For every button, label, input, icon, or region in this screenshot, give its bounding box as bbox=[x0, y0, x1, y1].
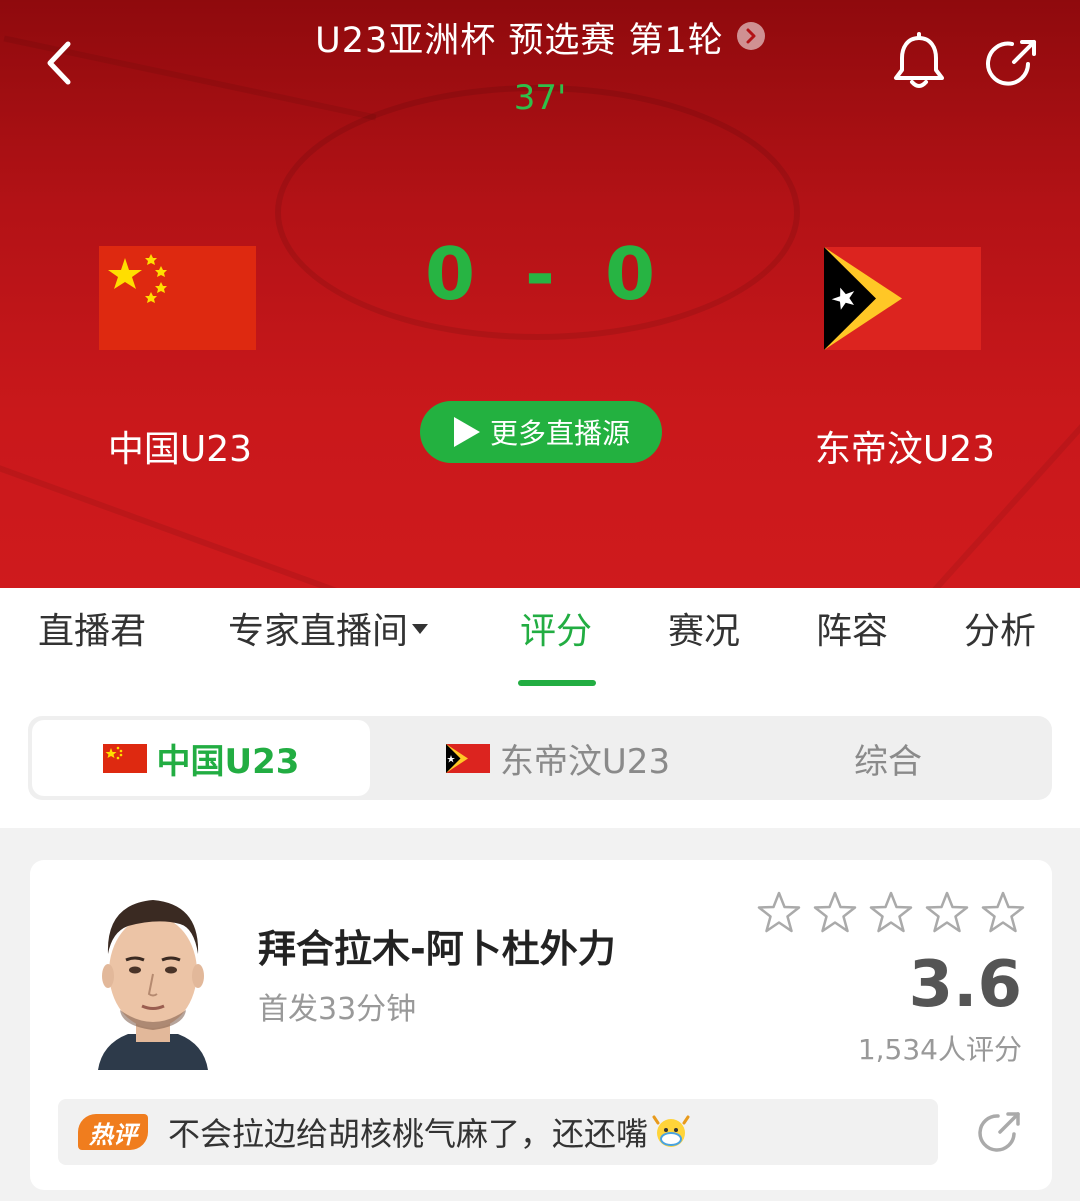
hot-comment[interactable]: 热评 不会拉边给胡核桃气麻了，还还嘴 bbox=[58, 1099, 938, 1165]
segment-home-label: 中国U23 bbox=[156, 741, 300, 782]
segment-overall[interactable]: 综合 bbox=[788, 720, 988, 796]
more-live-sources-button[interactable]: 更多直播源 bbox=[420, 401, 662, 463]
star-icon[interactable] bbox=[812, 890, 858, 936]
follow-button[interactable] bbox=[890, 32, 948, 92]
timor-leste-flag-icon bbox=[824, 247, 981, 350]
share-icon bbox=[986, 40, 1036, 86]
away-team-flag[interactable] bbox=[824, 247, 981, 350]
player-avatar[interactable] bbox=[88, 884, 218, 1070]
hot-comment-badge: 热评 bbox=[78, 1114, 148, 1150]
bell-icon bbox=[894, 32, 944, 88]
home-score: 0 bbox=[424, 232, 476, 316]
home-team-name[interactable]: 中国U23 bbox=[60, 420, 300, 472]
tab-expert-room-label: 专家直播间 bbox=[228, 611, 409, 652]
play-icon bbox=[453, 417, 480, 447]
chevron-right-icon bbox=[736, 21, 765, 50]
team-segmented-control: 中国U23 东帝汶U23 综合 bbox=[28, 716, 1052, 800]
team-switcher-area: 中国U23 东帝汶U23 综合 bbox=[0, 686, 1080, 828]
segment-away-label: 东帝汶U23 bbox=[499, 741, 671, 782]
rating-count: 1,534人评分 bbox=[857, 1033, 1022, 1066]
tab-expert-room[interactable]: 专家直播间 bbox=[228, 602, 429, 654]
match-title[interactable]: U23亚洲杯 预选赛 第1轮 bbox=[315, 21, 724, 61]
caret-down-icon bbox=[412, 624, 429, 634]
tab-live-host[interactable]: 直播君 bbox=[38, 602, 146, 654]
star-icon[interactable] bbox=[756, 890, 802, 936]
rating-stars[interactable] bbox=[756, 890, 1026, 936]
share-button[interactable] bbox=[984, 34, 1042, 92]
score-separator: - bbox=[525, 232, 555, 316]
player-name: 拜合拉木-阿卜杜外力 bbox=[258, 927, 616, 971]
star-icon[interactable] bbox=[868, 890, 914, 936]
share-icon bbox=[978, 1112, 1020, 1152]
match-header: U23亚洲杯 预选赛 第1轮 37' 0 - 0 中国U23 东帝汶U23 更多… bbox=[0, 0, 1080, 588]
player-rating-card[interactable]: 拜合拉木-阿卜杜外力 首发33分钟 3.6 1,534人评分 热评 不会拉边给胡… bbox=[30, 860, 1052, 1190]
emoji-icon bbox=[652, 1113, 690, 1151]
tab-ratings[interactable]: 评分 bbox=[520, 602, 592, 654]
tab-bar: 直播君 专家直播间 评分 赛况 阵容 分析 bbox=[0, 588, 1080, 686]
share-comment-button[interactable] bbox=[976, 1108, 1024, 1156]
hot-comment-text: 不会拉边给胡核桃气麻了，还还嘴 bbox=[168, 1115, 649, 1153]
timor-leste-flag-icon bbox=[445, 743, 490, 773]
segment-away-team[interactable]: 东帝汶U23 bbox=[408, 720, 708, 796]
live-button-label: 更多直播源 bbox=[489, 417, 630, 450]
tab-match-events[interactable]: 赛况 bbox=[668, 602, 740, 654]
star-icon[interactable] bbox=[980, 890, 1026, 936]
china-flag-icon bbox=[102, 743, 147, 773]
tab-analysis[interactable]: 分析 bbox=[964, 602, 1036, 654]
segment-home-team[interactable]: 中国U23 bbox=[32, 720, 370, 796]
player-rating-score: 3.6 bbox=[908, 948, 1022, 1022]
tab-lineup[interactable]: 阵容 bbox=[816, 602, 888, 654]
china-flag-icon bbox=[99, 246, 256, 350]
away-score: 0 bbox=[604, 232, 656, 316]
home-team-flag[interactable] bbox=[99, 246, 256, 350]
player-playing-time: 首发33分钟 bbox=[258, 992, 417, 1027]
star-icon[interactable] bbox=[924, 890, 970, 936]
away-team-name[interactable]: 东帝汶U23 bbox=[780, 420, 1030, 472]
